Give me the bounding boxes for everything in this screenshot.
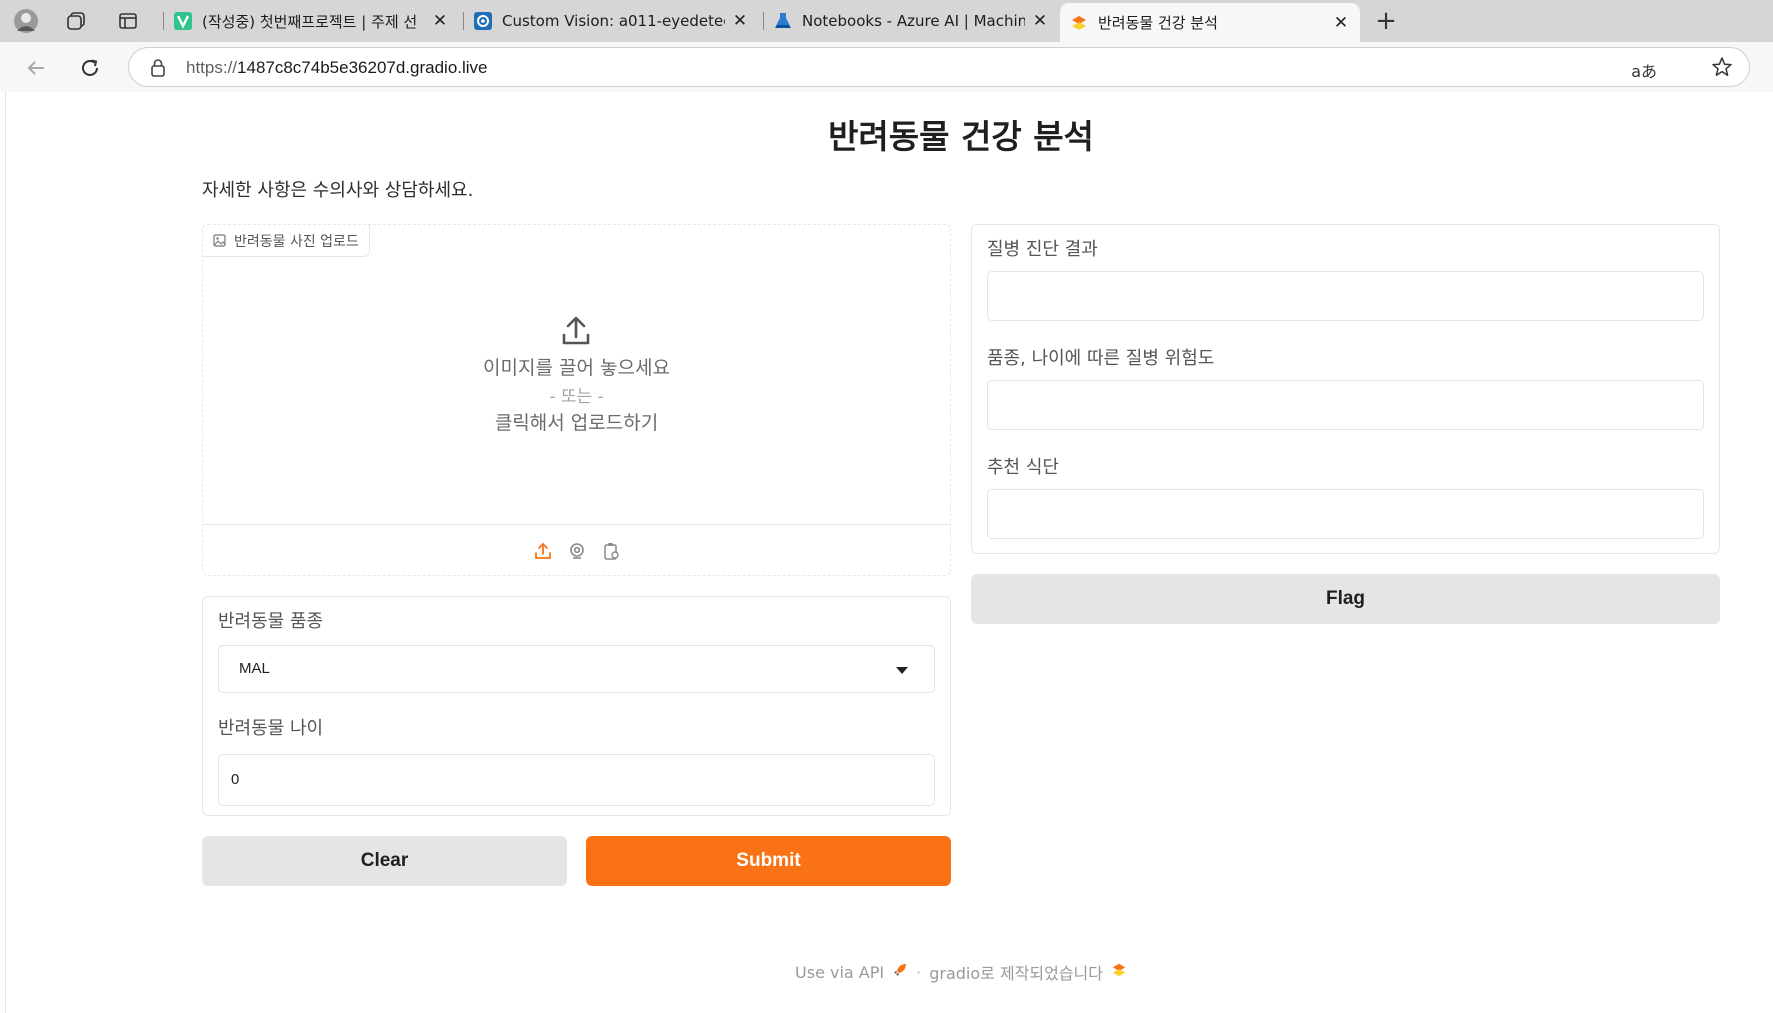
back-arrow-icon[interactable] — [22, 54, 50, 82]
analysis-outputs: 질병 진단 결과 품종, 나이에 따른 질병 위험도 추천 식단 — [971, 224, 1720, 554]
tab-actions-icon[interactable] — [114, 7, 142, 35]
url-field[interactable]: https://1487c8c74b5e36207d.gradio.live a… — [128, 47, 1750, 87]
diagnosis-output[interactable] — [987, 271, 1704, 321]
close-tab-icon[interactable]: ✕ — [731, 11, 749, 31]
built-with-gradio-link[interactable]: gradio로 제작되었습니다 — [929, 960, 1103, 984]
tab-azure-notebooks[interactable]: Notebooks - Azure AI | Machine L ✕ — [764, 3, 1059, 39]
age-number-input[interactable]: 0 — [218, 754, 935, 806]
submit-button[interactable]: Submit — [586, 836, 951, 886]
customvision-icon — [474, 12, 492, 30]
workspaces-icon[interactable] — [62, 7, 90, 35]
page-content: 반려동물 건강 분석 자세한 사항은 수의사와 상담하세요. 반려동물 사진 업… — [5, 92, 1773, 1013]
clipboard-icon[interactable] — [600, 540, 622, 562]
upload-source-bar — [203, 527, 950, 575]
diet-output[interactable] — [987, 489, 1704, 539]
footer: Use via API · gradio로 제작되었습니다 — [6, 960, 1773, 984]
lock-icon[interactable] — [149, 58, 167, 82]
upload-arrow-icon — [560, 315, 592, 351]
diet-label: 추천 식단 — [987, 457, 1059, 478]
breed-label: 반려동물 품종 — [218, 611, 324, 632]
use-via-api-link[interactable]: Use via API — [795, 963, 884, 982]
favorite-star-icon[interactable] — [1711, 56, 1733, 82]
new-tab-button[interactable]: + — [1372, 8, 1400, 36]
tab-custom-vision[interactable]: Custom Vision: a011-eyedetection ✕ — [464, 3, 759, 39]
drop-instruction: 이미지를 끌어 놓으세요 — [483, 357, 670, 379]
browser-address-bar: https://1487c8c74b5e36207d.gradio.live a… — [0, 42, 1773, 92]
close-tab-icon[interactable]: ✕ — [1332, 13, 1350, 33]
upload-label: 반려동물 사진 업로드 — [203, 225, 370, 257]
tab-project[interactable]: (작성중) 첫번째프로젝트 | 주제 선 ✕ — [164, 3, 459, 39]
pet-info-inputs: 반려동물 품종 MAL 반려동물 나이 0 — [202, 596, 951, 816]
chevron-down-icon — [896, 667, 908, 674]
clear-button[interactable]: Clear — [202, 836, 567, 886]
rocket-icon — [892, 962, 908, 982]
flag-button[interactable]: Flag — [971, 574, 1720, 624]
page-description: 자세한 사항은 수의사와 상담하세요. — [202, 180, 474, 201]
risk-output[interactable] — [987, 380, 1704, 430]
image-icon — [213, 234, 226, 247]
v-icon — [174, 12, 192, 30]
close-tab-icon[interactable]: ✕ — [1031, 11, 1049, 31]
age-label: 반려동물 나이 — [218, 718, 324, 739]
gradio-logo-icon — [1111, 962, 1127, 982]
image-drop-zone[interactable]: 이미지를 끌어 놓으세요 - 또는 - 클릭해서 업로드하기 — [203, 257, 950, 525]
read-aloud-icon[interactable]: aあ — [1631, 58, 1657, 82]
webcam-icon[interactable] — [566, 540, 588, 562]
close-tab-icon[interactable]: ✕ — [431, 11, 449, 31]
reload-icon[interactable] — [76, 54, 104, 82]
gradio-icon — [1070, 14, 1088, 32]
browser-tab-bar: (작성중) 첫번째프로젝트 | 주제 선 ✕ Custom Vision: a0… — [0, 0, 1773, 42]
azureml-flask-icon — [774, 12, 792, 30]
risk-label: 품종, 나이에 따른 질병 위험도 — [987, 348, 1215, 369]
drop-or: - 또는 - — [549, 387, 604, 407]
upload-source-icon[interactable] — [532, 540, 554, 562]
breed-selected-value: MAL — [239, 660, 270, 677]
tab-pet-health[interactable]: 반려동물 건강 분석 ✕ — [1060, 3, 1360, 42]
diagnosis-label: 질병 진단 결과 — [987, 239, 1098, 260]
page-title: 반려동물 건강 분석 — [828, 117, 1094, 156]
url-text: https://1487c8c74b5e36207d.gradio.live — [186, 58, 488, 77]
breed-dropdown[interactable]: MAL — [218, 645, 935, 693]
click-to-upload: 클릭해서 업로드하기 — [494, 412, 659, 434]
image-upload-block: 반려동물 사진 업로드 이미지를 끌어 놓으세요 - 또는 - 클릭해서 업로드… — [202, 224, 951, 576]
age-value: 0 — [231, 771, 240, 788]
profile-avatar-icon[interactable] — [12, 7, 40, 35]
